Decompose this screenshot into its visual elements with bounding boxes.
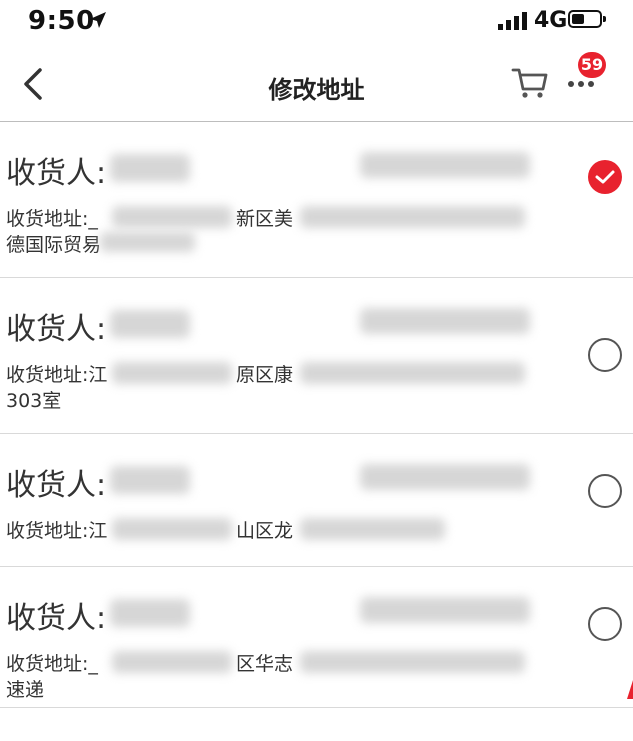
phone-redacted bbox=[360, 464, 530, 490]
address-line2: 速递 bbox=[6, 679, 45, 701]
recipient-name-redacted bbox=[110, 154, 190, 182]
recipient-label: 收货人: bbox=[6, 312, 107, 347]
recipient-name-redacted bbox=[110, 599, 190, 627]
address-label: 收货地址:_ bbox=[6, 208, 98, 230]
select-radio[interactable] bbox=[588, 338, 622, 372]
battery-icon bbox=[568, 10, 602, 28]
location-arrow-icon bbox=[90, 12, 106, 28]
checkmark-icon bbox=[595, 170, 615, 184]
recipient-label: 收货人: bbox=[6, 601, 107, 636]
address-item[interactable]: 收货人: 收货地址:江 原区康 303室 bbox=[0, 278, 633, 434]
address-line2: 303室 bbox=[6, 390, 62, 412]
address-item[interactable]: 收货人: 收货地址:_ 区华志 速递 bbox=[0, 567, 633, 708]
recipient-label: 收货人: bbox=[6, 156, 107, 191]
address-redacted bbox=[100, 232, 195, 252]
notification-badge: 59 bbox=[578, 52, 606, 78]
address-item[interactable]: 收货人: 收货地址:_ 新区美 德国际贸易 bbox=[0, 122, 633, 278]
address-label: 收货地址:_ bbox=[6, 653, 98, 675]
signal-bars-icon bbox=[498, 12, 527, 30]
address-redacted bbox=[112, 206, 232, 228]
recipient-name-redacted bbox=[110, 466, 190, 494]
address-label: 收货地址:江 bbox=[6, 364, 108, 386]
address-redacted bbox=[300, 362, 525, 384]
phone-redacted bbox=[360, 152, 530, 178]
status-time: 9:50 bbox=[28, 6, 95, 36]
recipient-label: 收货人: bbox=[6, 468, 107, 503]
address-list: 收货人: 收货地址:_ 新区美 德国际贸易 收货人: 收货地址:江 原区康 30… bbox=[0, 122, 633, 708]
address-fragment: 山区龙 bbox=[236, 520, 294, 542]
battery-tip bbox=[603, 16, 606, 22]
address-item[interactable]: 收货人: 收货地址:江 山区龙 bbox=[0, 434, 633, 567]
address-redacted bbox=[112, 362, 232, 384]
selected-radio[interactable] bbox=[588, 160, 622, 194]
address-redacted bbox=[300, 518, 445, 540]
status-bar: 9:50 4G bbox=[0, 0, 633, 44]
phone-redacted bbox=[360, 308, 530, 334]
address-redacted bbox=[112, 651, 232, 673]
address-redacted bbox=[300, 651, 525, 673]
select-radio[interactable] bbox=[588, 474, 622, 508]
address-fragment: 区华志 bbox=[236, 653, 294, 675]
network-type: 4G bbox=[534, 8, 568, 33]
nav-bar: 修改地址 59 bbox=[0, 44, 633, 122]
address-line2: 德国际贸易 bbox=[6, 234, 102, 256]
address-label: 收货地址:江 bbox=[6, 520, 108, 542]
address-redacted bbox=[300, 206, 525, 228]
cart-icon[interactable] bbox=[510, 62, 550, 102]
address-fragment: 新区美 bbox=[236, 208, 294, 230]
edge-indicator-icon bbox=[627, 680, 633, 699]
address-fragment: 原区康 bbox=[236, 364, 294, 386]
recipient-name-redacted bbox=[110, 310, 190, 338]
select-radio[interactable] bbox=[588, 607, 622, 641]
phone-redacted bbox=[360, 597, 530, 623]
address-redacted bbox=[112, 518, 232, 540]
